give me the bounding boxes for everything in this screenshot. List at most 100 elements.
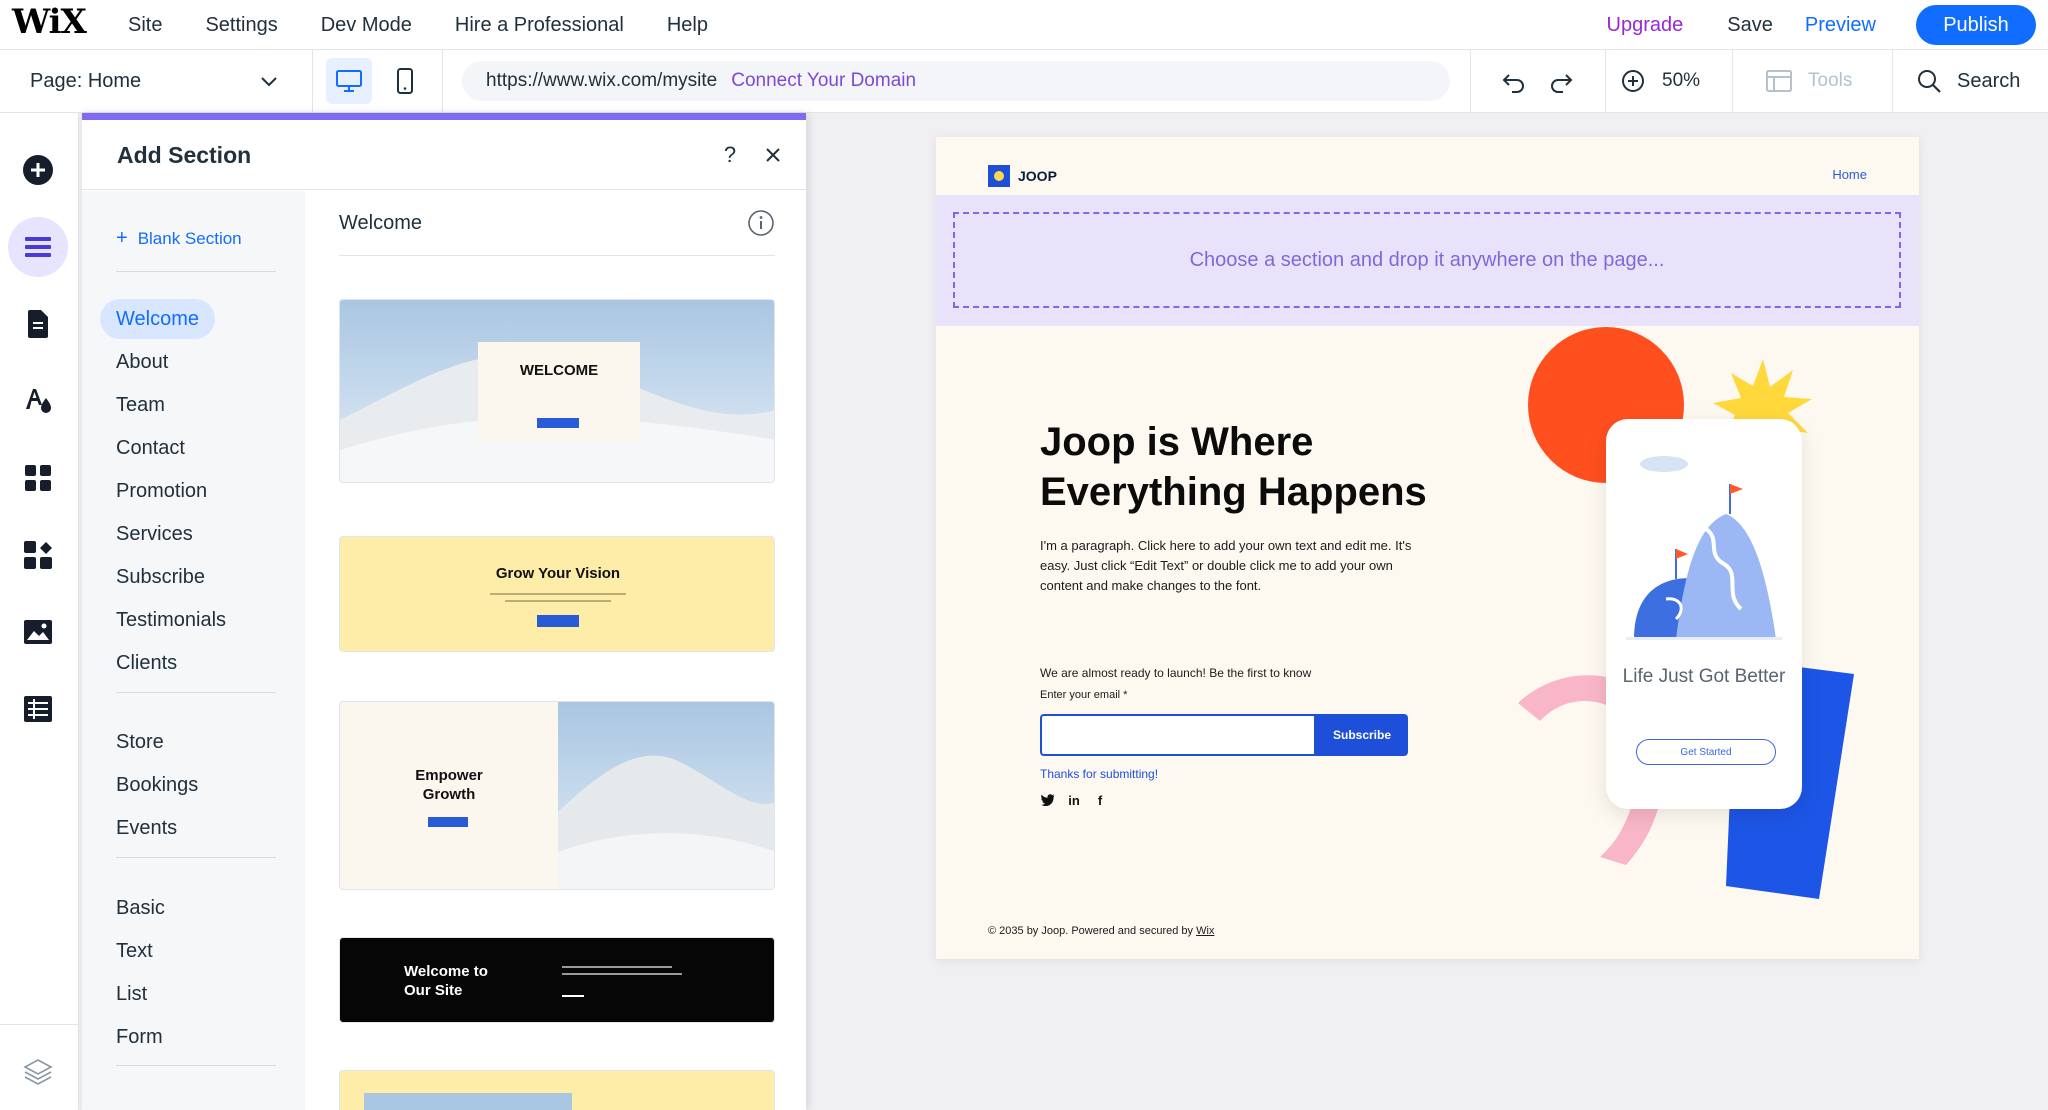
design-icon (26, 389, 51, 413)
category-text[interactable]: Text (116, 931, 153, 971)
email-label: Enter your email * (1040, 689, 1128, 701)
category-services[interactable]: Services (116, 514, 193, 554)
menu-settings[interactable]: Settings (205, 14, 277, 37)
category-subscribe[interactable]: Subscribe (116, 557, 205, 597)
layers-button[interactable] (8, 1042, 68, 1102)
template-list-header: Welcome (339, 191, 775, 256)
divider (0, 1024, 79, 1025)
template-heading: Welcome to Our Site (404, 963, 488, 999)
site-canvas[interactable]: JOOP Home Choose a section and drop it a… (936, 137, 1919, 959)
info-icon[interactable] (747, 209, 775, 237)
undo-button[interactable] (1497, 64, 1531, 98)
hero-paragraph[interactable]: I'm a paragraph. Click here to add your … (1040, 536, 1430, 596)
redo-button[interactable] (1544, 64, 1578, 98)
media-icon (24, 620, 52, 644)
menu-hire-professional[interactable]: Hire a Professional (455, 14, 624, 37)
apps-icon (25, 465, 51, 491)
menu-dev-mode[interactable]: Dev Mode (321, 14, 412, 37)
desktop-icon (336, 70, 362, 92)
template-welcome-3[interactable]: Empower Growth (339, 701, 775, 890)
divider (442, 50, 443, 112)
chevron-down-icon[interactable] (256, 68, 282, 94)
email-input[interactable] (1040, 714, 1316, 756)
category-promotion[interactable]: Promotion (116, 471, 207, 511)
template-welcome-2[interactable]: Grow Your Vision (339, 536, 775, 652)
mobile-view-button[interactable] (382, 58, 428, 104)
category-list[interactable]: List (116, 974, 147, 1014)
cms-button[interactable] (8, 679, 68, 739)
business-apps-button[interactable] (8, 525, 68, 585)
add-section-button[interactable] (8, 217, 68, 277)
page-selector[interactable]: Page: Home (30, 50, 141, 112)
category-bookings[interactable]: Bookings (116, 765, 198, 805)
footer-wix-link[interactable]: Wix (1196, 925, 1214, 937)
upgrade-link[interactable]: Upgrade (1607, 14, 1684, 37)
sections-icon (25, 237, 51, 257)
hero-title[interactable]: Joop is Where Everything Happens (1040, 417, 1490, 517)
zoom-button[interactable] (1616, 64, 1650, 98)
template-welcome-5[interactable] (339, 1070, 775, 1110)
facebook-icon[interactable]: f (1092, 792, 1108, 808)
template-heading: Empower Growth (415, 767, 483, 803)
subscribe-button[interactable]: Subscribe (1316, 714, 1408, 756)
linkedin-icon[interactable]: in (1066, 792, 1082, 808)
menu-site[interactable]: Site (128, 14, 162, 37)
save-button[interactable]: Save (1727, 14, 1773, 37)
category-testimonials[interactable]: Testimonials (116, 600, 226, 640)
category-clients[interactable]: Clients (116, 643, 177, 683)
publish-button[interactable]: Publish (1916, 5, 2036, 45)
search-label[interactable]: Search (1957, 50, 2020, 112)
site-design-button[interactable] (8, 371, 68, 431)
category-store[interactable]: Store (116, 722, 164, 762)
left-rail (0, 113, 79, 1110)
template-category-title: Welcome (339, 212, 422, 234)
wix-logo[interactable]: WiX (12, 2, 87, 42)
tools-label[interactable]: Tools (1808, 50, 1852, 112)
site-footer[interactable]: © 2035 by Joop. Powered and secured by W… (988, 925, 1214, 937)
desktop-view-button[interactable] (326, 58, 372, 104)
template-text-placeholder (562, 995, 584, 997)
redo-icon (1551, 74, 1573, 93)
divider (1470, 50, 1471, 112)
connect-domain-link[interactable]: Connect Your Domain (731, 70, 916, 92)
divider (116, 271, 276, 272)
template-heading: Grow Your Vision (495, 565, 621, 582)
twitter-icon[interactable] (1040, 792, 1056, 808)
social-bar: in f (1040, 792, 1118, 808)
search-button[interactable] (1912, 64, 1946, 98)
apps-button[interactable] (8, 448, 68, 508)
divider (116, 1065, 276, 1066)
layers-icon (23, 1059, 53, 1085)
pages-button[interactable] (8, 294, 68, 354)
tools-button[interactable] (1762, 64, 1796, 98)
category-form[interactable]: Form (116, 1017, 163, 1057)
category-events[interactable]: Events (116, 808, 177, 848)
zoom-level[interactable]: 50% (1662, 50, 1700, 112)
category-team[interactable]: Team (116, 385, 165, 425)
category-list: + Blank Section Welcome About Team Conta… (82, 191, 305, 1110)
template-welcome-1[interactable]: WELCOME (339, 299, 775, 483)
media-button[interactable] (8, 602, 68, 662)
template-preview (340, 300, 774, 482)
category-about[interactable]: About (116, 342, 168, 382)
phone-headline: Life Just Got Better (1622, 666, 1786, 687)
add-elements-button[interactable] (8, 140, 68, 200)
blank-section-label: Blank Section (137, 228, 242, 248)
template-text-placeholder (490, 593, 626, 595)
template-welcome-4[interactable]: Welcome to Our Site (339, 937, 775, 1023)
plus-icon: + (116, 227, 128, 249)
close-icon[interactable] (760, 142, 786, 168)
menu-help[interactable]: Help (667, 14, 708, 37)
help-icon[interactable]: ? (717, 142, 743, 168)
category-welcome[interactable]: Welcome (100, 299, 215, 339)
category-basic[interactable]: Basic (116, 888, 165, 928)
site-url-bar: https://www.wix.com/mysite Connect Your … (462, 61, 1450, 101)
preview-button[interactable]: Preview (1805, 14, 1876, 37)
category-contact[interactable]: Contact (116, 428, 185, 468)
blank-section-button[interactable]: + Blank Section (116, 227, 242, 250)
mobile-icon (397, 68, 413, 94)
site-url[interactable]: https://www.wix.com/mysite (486, 70, 717, 92)
get-started-button[interactable]: Get Started (1636, 739, 1776, 765)
top-menu: Site Settings Dev Mode Hire a Profession… (128, 0, 751, 50)
launch-text[interactable]: We are almost ready to launch! Be the fi… (1040, 666, 1311, 680)
